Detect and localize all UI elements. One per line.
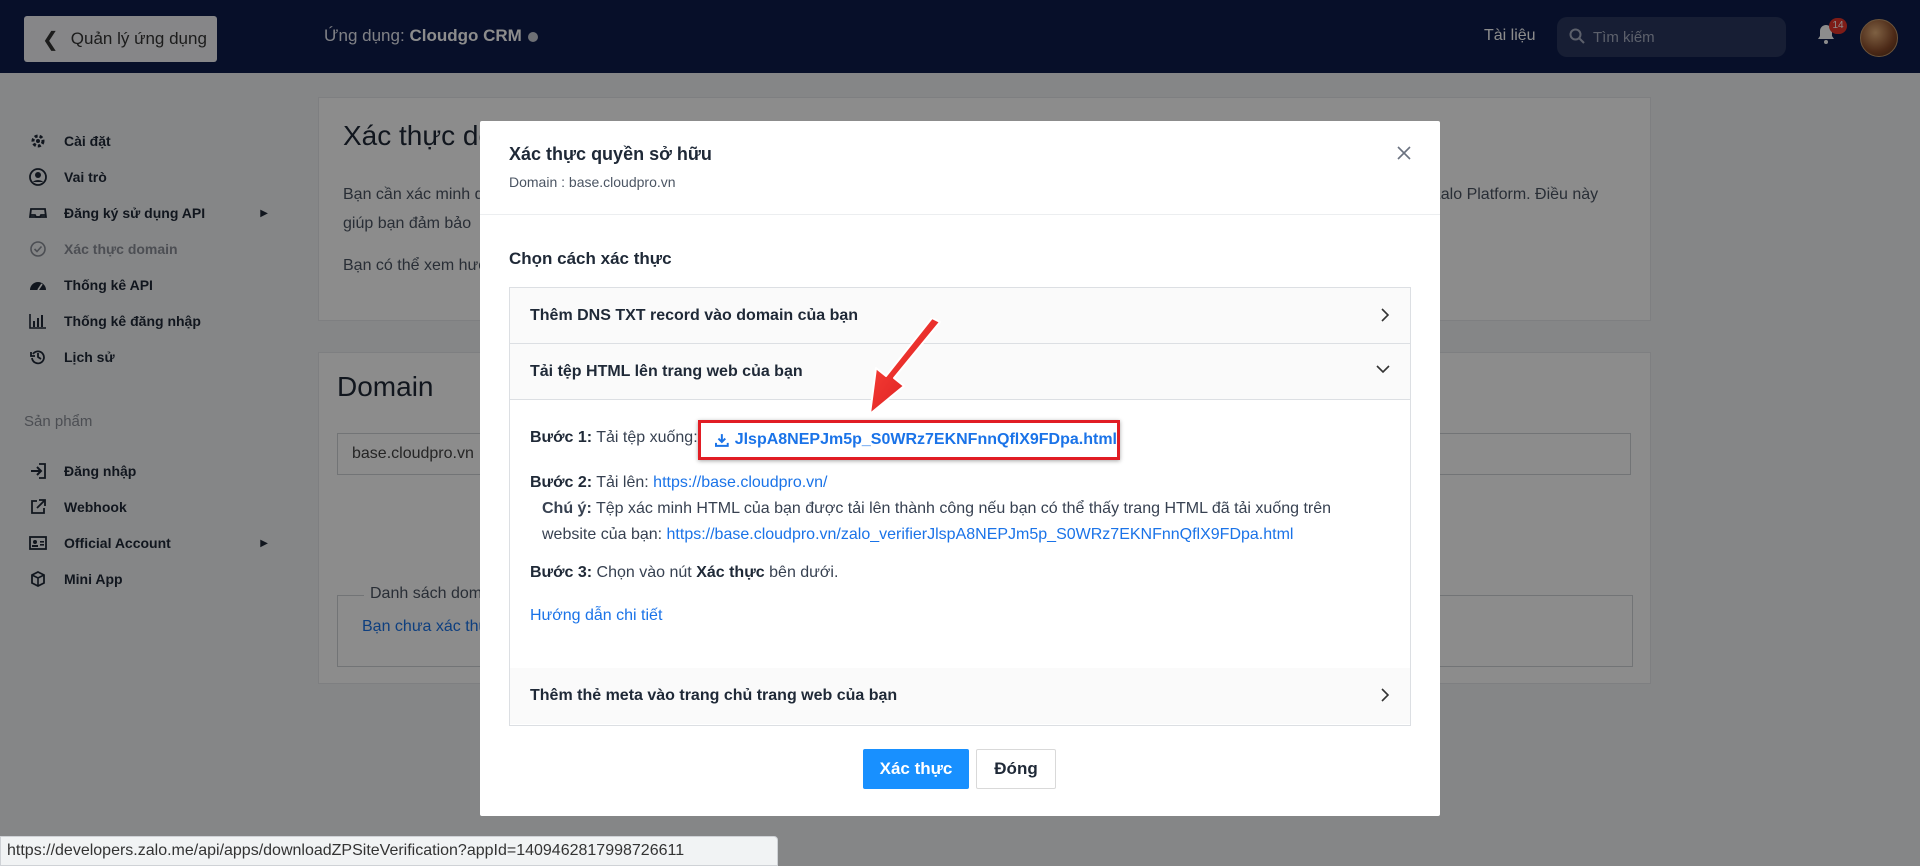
browser-status-url: https://developers.zalo.me/api/apps/down… bbox=[0, 836, 778, 866]
html-file-panel: Bước 1: Tải tệp xuống: JlspA8NEPJm5p_S0W… bbox=[510, 400, 1410, 669]
chevron-right-icon bbox=[1381, 308, 1390, 322]
choose-method-label: Chọn cách xác thực bbox=[509, 249, 672, 268]
verify-ownership-modal: Xác thực quyền sở hữu Domain : base.clou… bbox=[480, 121, 1440, 816]
detailed-guide-link[interactable]: Hướng dẫn chi tiết bbox=[530, 607, 662, 625]
note-line-2: website của bạn: https://base.cloudpro.v… bbox=[542, 526, 1294, 543]
download-file-link[interactable]: JlspA8NEPJm5p_S0WRz7EKNFnnQflX9FDpa.html bbox=[698, 420, 1120, 460]
annotation-arrow-icon bbox=[869, 318, 941, 415]
step-2: Bước 2: Tải lên: https://base.cloudpro.v… bbox=[530, 474, 828, 491]
note-line-1: Chú ý: Tệp xác minh HTML của bạn được tả… bbox=[542, 500, 1332, 517]
download-icon bbox=[715, 434, 729, 447]
verifier-url-link[interactable]: https://base.cloudpro.vn/zalo_verifierJl… bbox=[667, 526, 1294, 543]
chevron-right-icon bbox=[1381, 688, 1390, 702]
close-icon[interactable] bbox=[1396, 145, 1412, 161]
upload-url-link[interactable]: https://base.cloudpro.vn/ bbox=[653, 474, 827, 491]
modal-divider bbox=[480, 214, 1440, 215]
verify-method-accordion: Thêm DNS TXT record vào domain của bạn T… bbox=[509, 287, 1411, 726]
option-meta-tag[interactable]: Thêm thẻ meta vào trang chủ trang web củ… bbox=[510, 668, 1410, 724]
verify-button[interactable]: Xác thực bbox=[863, 749, 969, 789]
modal-title: Xác thực quyền sở hữu bbox=[509, 144, 712, 164]
step-1: Bước 1: Tải tệp xuống: bbox=[530, 429, 698, 446]
close-button[interactable]: Đóng bbox=[976, 749, 1056, 789]
modal-subtitle: Domain : base.cloudpro.vn bbox=[509, 174, 676, 190]
step-3: Bước 3: Chọn vào nút Xác thực bên dưới. bbox=[530, 564, 839, 581]
option-html-file[interactable]: Tải tệp HTML lên trang web của bạn bbox=[510, 344, 1410, 400]
option-dns-txt[interactable]: Thêm DNS TXT record vào domain của bạn bbox=[510, 288, 1410, 344]
chevron-down-icon bbox=[1376, 365, 1390, 374]
